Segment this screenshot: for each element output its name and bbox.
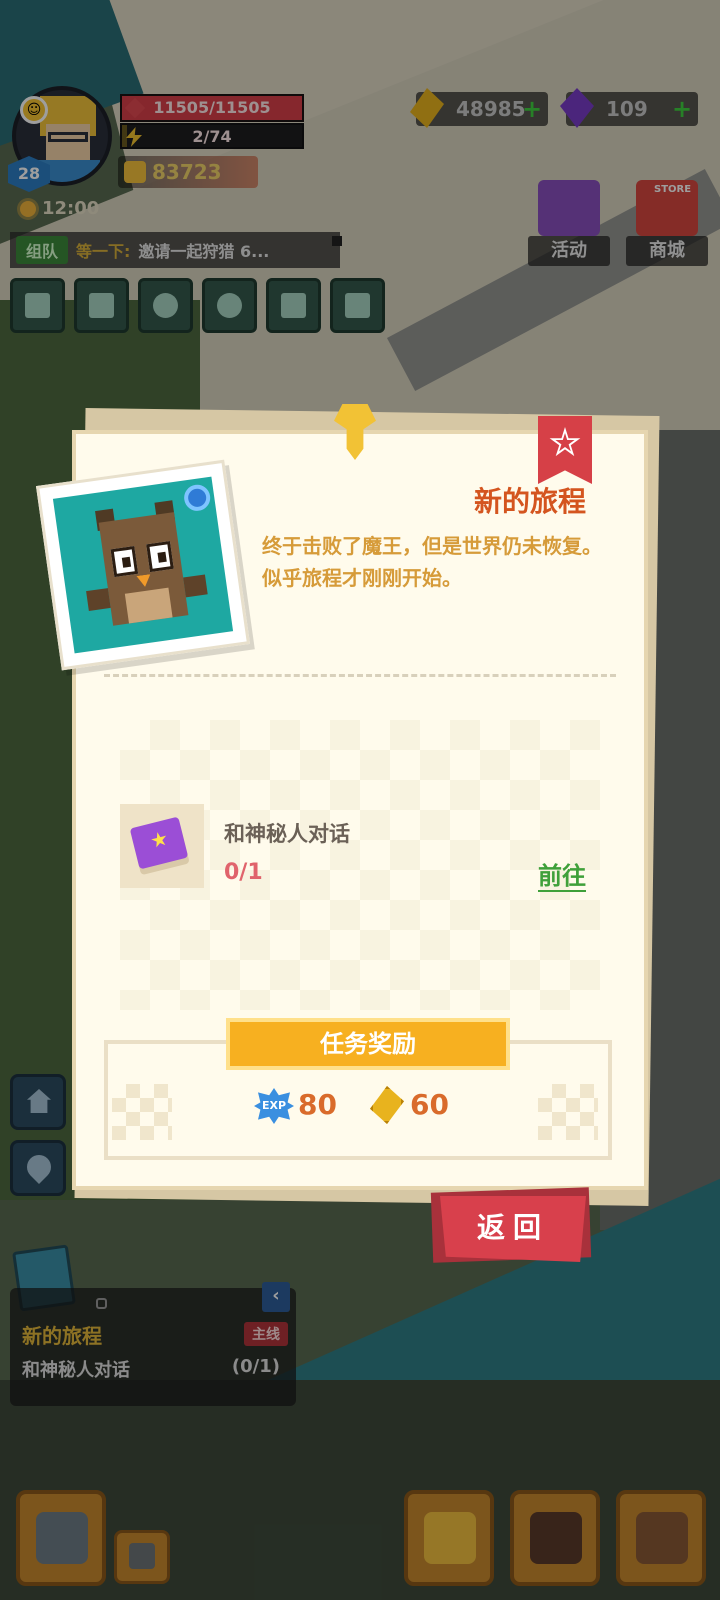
- quest-description: 终于击败了魔王，但是世界仍未恢复。似乎旅程才刚刚开始。: [262, 534, 602, 590]
- reward-gold-value: 60: [410, 1088, 449, 1121]
- owl-npc-portrait: [52, 476, 234, 654]
- divider: [104, 674, 616, 677]
- reward-exp-value: 80: [298, 1088, 337, 1121]
- quest-npc-photo: [35, 459, 251, 671]
- magic-book-icon: [129, 816, 189, 870]
- back-button[interactable]: 返回: [440, 1196, 586, 1262]
- task-progress: 0/1: [224, 860, 263, 885]
- task-name: 和神秘人对话: [224, 822, 350, 846]
- goto-link[interactable]: 前往: [538, 856, 586, 891]
- quest-title: 新的旅程: [473, 485, 586, 518]
- target-icon: [182, 483, 212, 513]
- task-icon: [120, 804, 204, 888]
- reward-header: 任务奖励: [226, 1018, 510, 1070]
- exp-icon: EXP: [254, 1088, 294, 1124]
